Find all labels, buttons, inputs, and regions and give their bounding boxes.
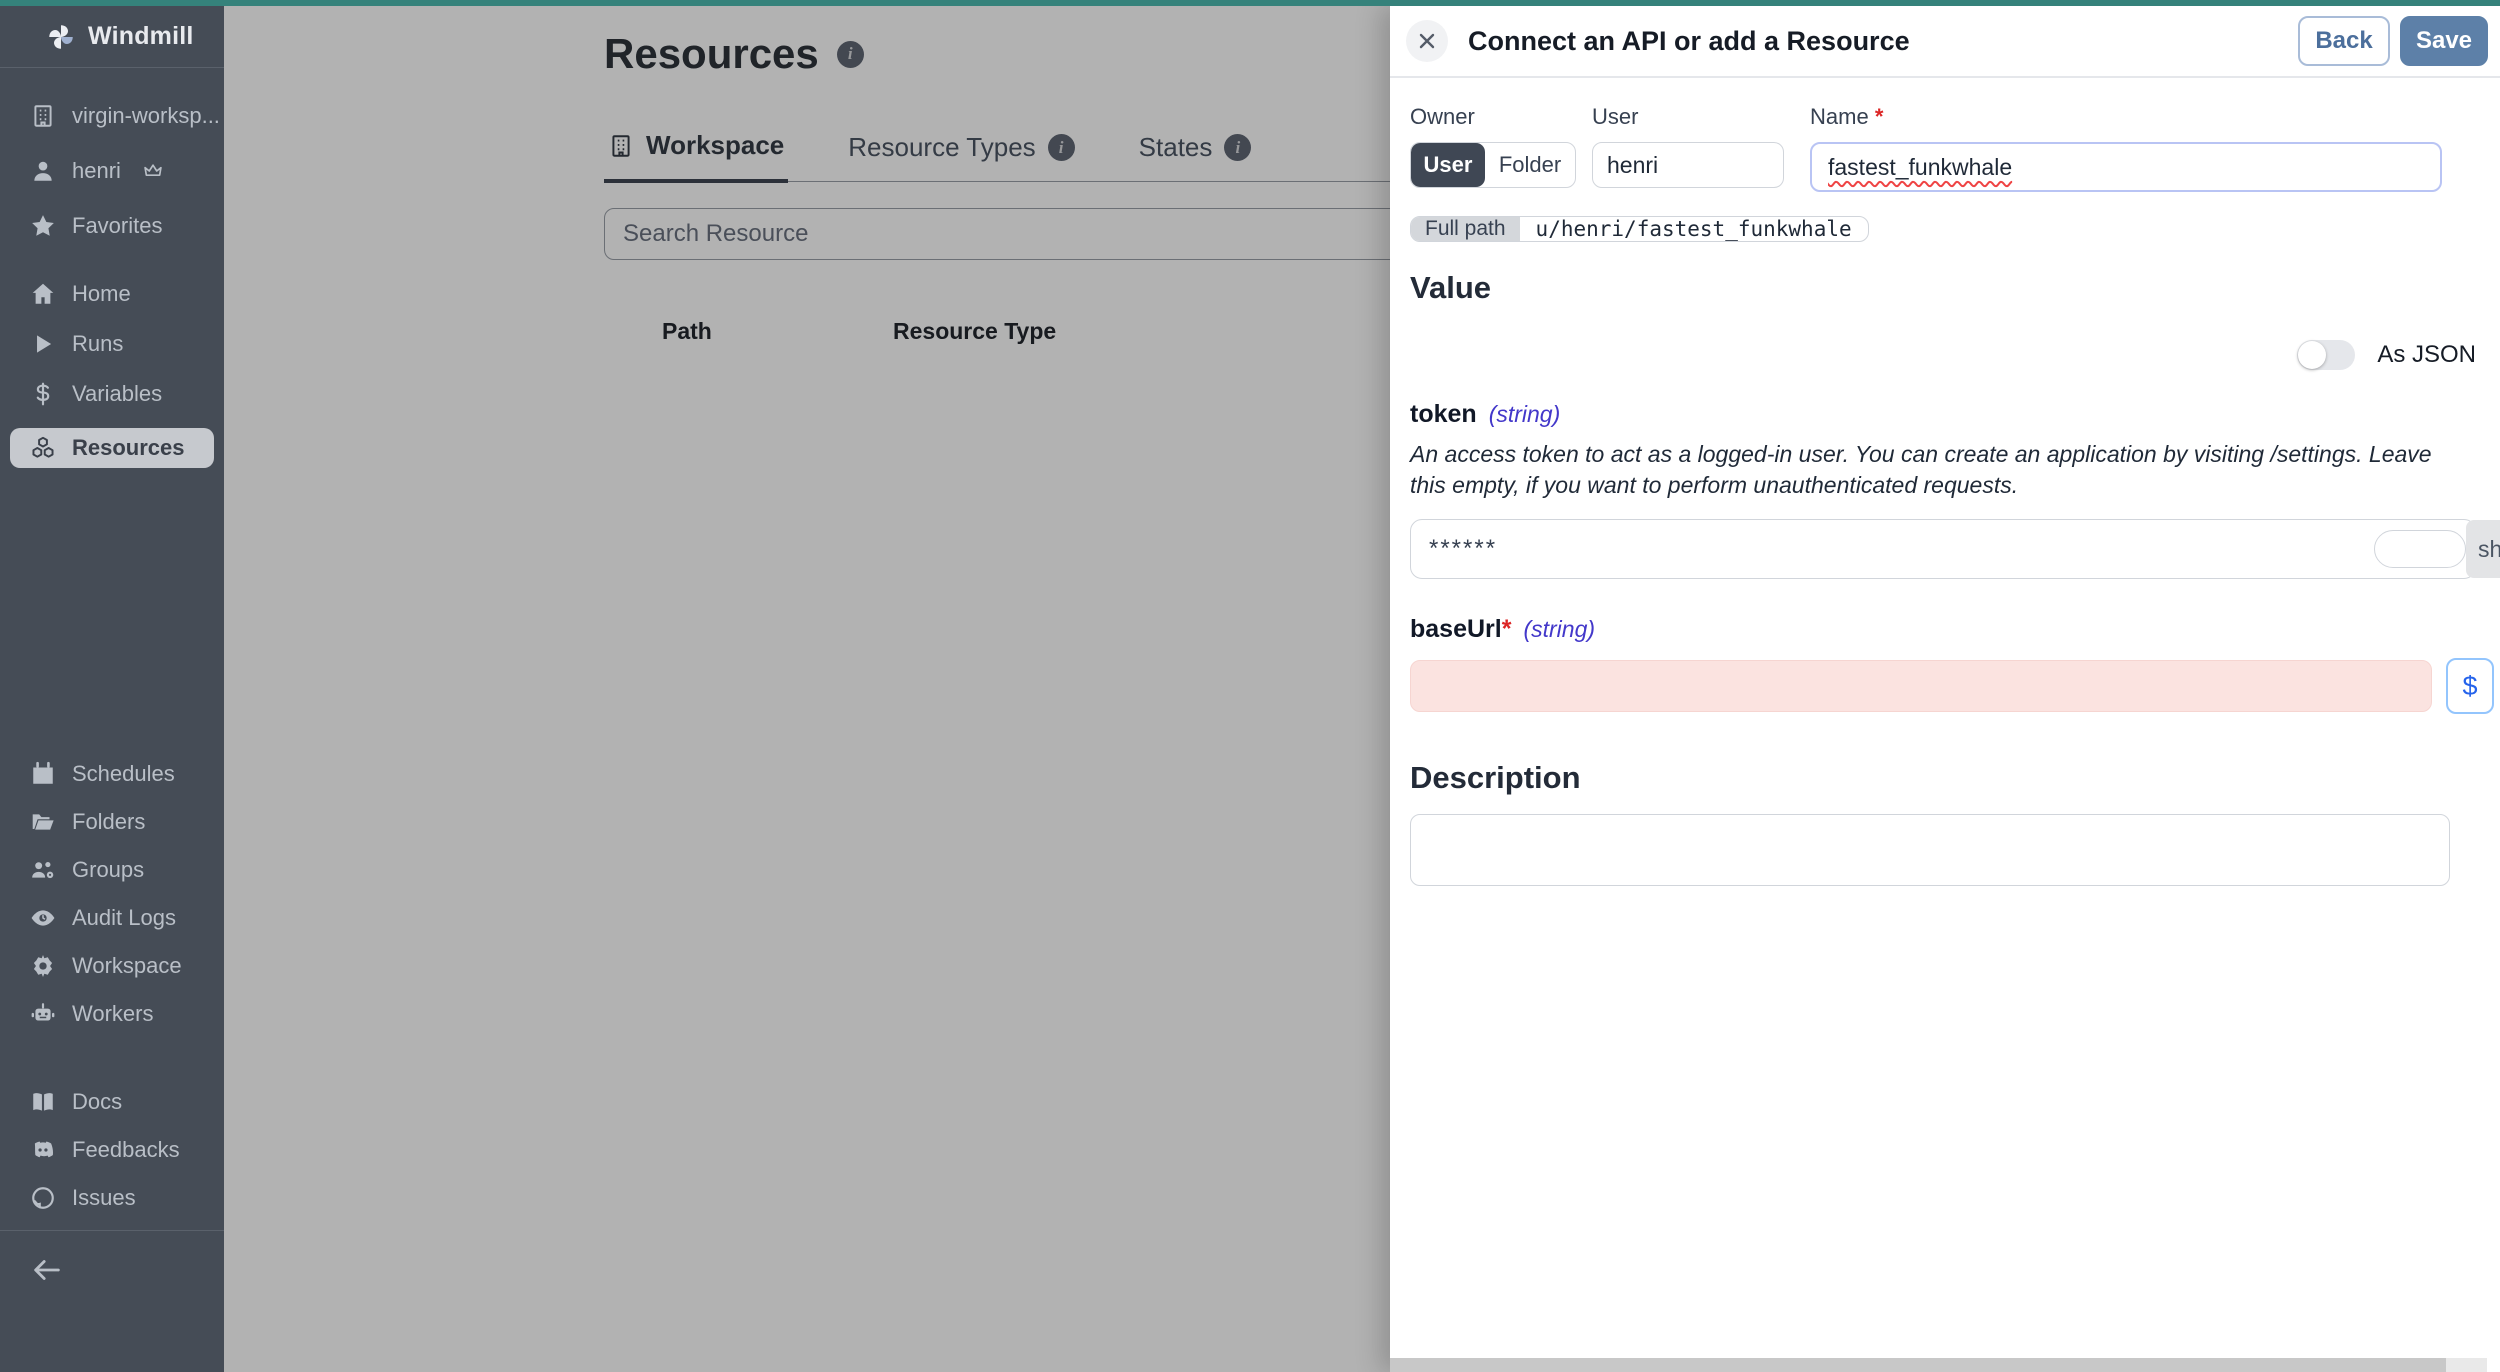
owner-user-input[interactable]: henri: [1592, 142, 1784, 188]
scrollbar-thumb[interactable]: [1390, 1358, 2446, 1372]
sidebar-item-user[interactable]: henri: [0, 155, 224, 187]
name-field-label: Name *: [1810, 104, 2442, 130]
sidebar-item-schedules[interactable]: Schedules: [0, 758, 224, 790]
robot-icon: [30, 1001, 56, 1027]
baseurl-property-name: baseUrl*: [1410, 615, 1511, 644]
sidebar-item-label: Audit Logs: [72, 905, 176, 931]
close-icon: [1415, 29, 1439, 53]
sidebar-item-label: Resources: [72, 435, 185, 461]
username-label: henri: [72, 158, 121, 184]
sidebar-item-folders[interactable]: Folders: [0, 806, 224, 838]
folder-icon: [30, 809, 56, 835]
crown-icon: [143, 161, 163, 181]
discord-icon: [30, 1137, 56, 1163]
insert-variable-button[interactable]: $: [2446, 658, 2494, 714]
back-button[interactable]: Back: [2298, 16, 2390, 66]
brand-row[interactable]: Windmill: [0, 6, 224, 68]
full-path-value: u/henri/fastest_funkwhale: [1520, 217, 1868, 241]
connect-api-drawer: Connect an API or add a Resource Back Sa…: [1390, 6, 2500, 1372]
sidebar-item-label: Home: [72, 281, 131, 307]
sidebar-item-favorites[interactable]: Favorites: [0, 210, 224, 242]
sidebar-item-resources[interactable]: Resources: [10, 428, 214, 468]
name-input-value: fastest_funkwhale: [1828, 154, 2012, 181]
full-path-badge: Full path: [1411, 217, 1520, 241]
boxes-icon: [30, 435, 56, 461]
required-asterisk: *: [1875, 104, 1884, 129]
sidebar-item-label: Feedbacks: [72, 1137, 180, 1163]
sidebar-item-label: Schedules: [72, 761, 175, 787]
owner-label: Owner: [1410, 104, 1576, 130]
baseurl-input[interactable]: [1410, 660, 2432, 712]
dollar-icon: [30, 381, 56, 407]
calendar-icon: [30, 761, 56, 787]
token-property-type: (string): [1489, 401, 1561, 428]
github-icon: [30, 1185, 56, 1211]
sidebar-item-variables[interactable]: Variables: [0, 378, 224, 410]
sidebar-item-label: Workspace: [72, 953, 182, 979]
show-password-button[interactable]: sh: [2466, 520, 2500, 578]
value-section-heading: Value: [1410, 270, 2500, 306]
token-property-description: An access token to act as a logged-in us…: [1410, 439, 2440, 501]
baseurl-property-type: (string): [1523, 616, 1595, 643]
close-drawer-button[interactable]: [1406, 20, 1448, 62]
star-icon: [30, 213, 56, 239]
full-path-display: Full path u/henri/fastest_funkwhale: [1410, 216, 1869, 242]
description-textarea[interactable]: [1410, 814, 2450, 886]
as-json-toggle[interactable]: [2297, 340, 2355, 370]
eye-icon: [30, 905, 56, 931]
book-icon: [30, 1089, 56, 1115]
owner-folder-option[interactable]: Folder: [1485, 143, 1575, 187]
person-icon: [30, 158, 56, 184]
token-inline-pill[interactable]: [2374, 530, 2466, 568]
collapse-sidebar-button[interactable]: [30, 1253, 224, 1287]
owner-kind-toggle: User Folder: [1410, 142, 1576, 188]
token-property-name: token: [1410, 400, 1477, 429]
sidebar-item-label: Issues: [72, 1185, 136, 1211]
save-button[interactable]: Save: [2400, 16, 2488, 66]
sidebar-item-workspace-switcher[interactable]: virgin-worksp...: [0, 100, 224, 132]
top-progress-bar: [0, 0, 2500, 6]
play-icon: [30, 331, 56, 357]
sidebar-item-label: Docs: [72, 1089, 122, 1115]
sidebar-item-label: Favorites: [72, 213, 162, 239]
sidebar-item-audit-logs[interactable]: Audit Logs: [0, 902, 224, 934]
workspace-name-label: virgin-worksp...: [72, 103, 220, 129]
sidebar: Windmill virgin-worksp... henri: [0, 6, 224, 1372]
sidebar-item-label: Folders: [72, 809, 145, 835]
token-password-input[interactable]: ******: [1410, 519, 2476, 579]
drawer-title: Connect an API or add a Resource: [1468, 26, 2298, 57]
brand-name: Windmill: [88, 22, 194, 51]
horizontal-scrollbar[interactable]: [1390, 1358, 2487, 1372]
sidebar-item-workspace-settings[interactable]: Workspace: [0, 950, 224, 982]
sidebar-item-runs[interactable]: Runs: [0, 328, 224, 360]
sidebar-item-feedbacks[interactable]: Feedbacks: [0, 1134, 224, 1166]
required-asterisk: *: [1502, 615, 1512, 643]
gear-icon: [30, 953, 56, 979]
sidebar-item-issues[interactable]: Issues: [0, 1182, 224, 1214]
sidebar-item-label: Variables: [72, 381, 162, 407]
home-icon: [30, 281, 56, 307]
name-input[interactable]: fastest_funkwhale: [1810, 142, 2442, 192]
user-field-label: User: [1592, 104, 1784, 130]
toggle-knob: [2298, 341, 2326, 369]
sidebar-item-home[interactable]: Home: [0, 278, 224, 310]
sidebar-item-label: Workers: [72, 1001, 154, 1027]
description-section-heading: Description: [1410, 760, 2500, 796]
windmill-logo-icon: [46, 22, 76, 52]
users-icon: [30, 857, 56, 883]
sidebar-item-docs[interactable]: Docs: [0, 1086, 224, 1118]
sidebar-item-groups[interactable]: Groups: [0, 854, 224, 886]
owner-user-option[interactable]: User: [1411, 143, 1485, 187]
as-json-label: As JSON: [2377, 341, 2476, 369]
sidebar-item-label: Groups: [72, 857, 144, 883]
sidebar-item-workers[interactable]: Workers: [0, 998, 224, 1030]
building-icon: [30, 103, 56, 129]
drawer-header: Connect an API or add a Resource Back Sa…: [1390, 6, 2500, 78]
sidebar-item-label: Runs: [72, 331, 123, 357]
